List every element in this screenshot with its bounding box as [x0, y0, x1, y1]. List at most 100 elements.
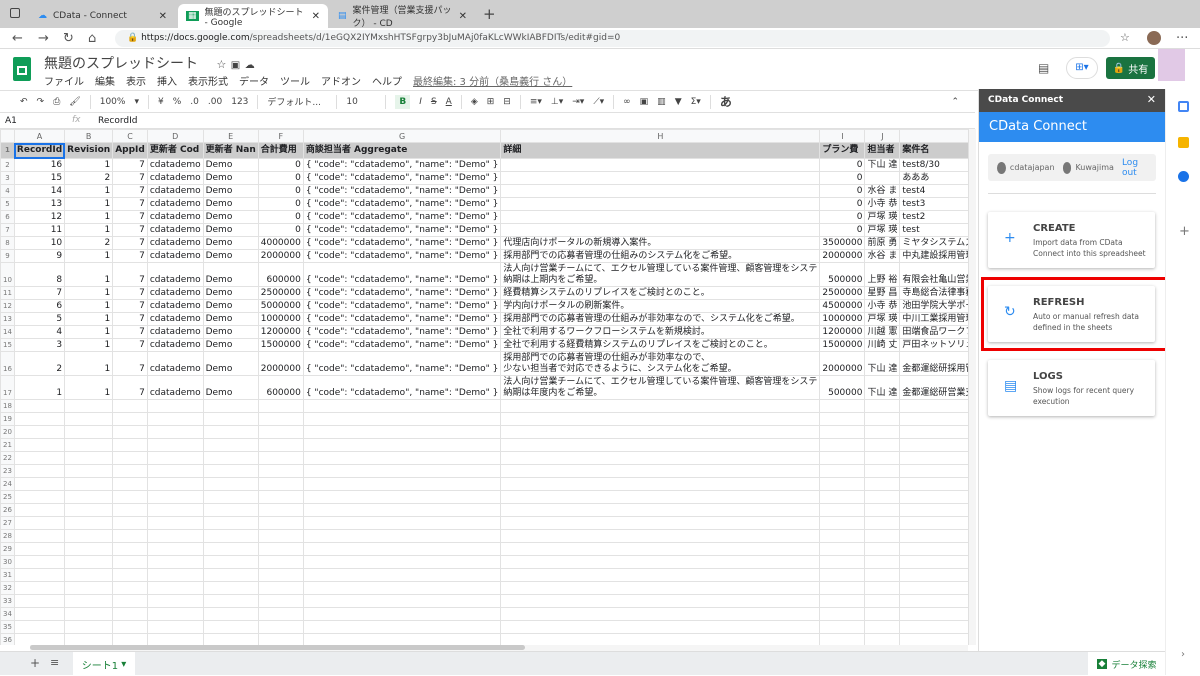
cell[interactable] — [302, 399, 502, 413]
cell[interactable]: 下山 達 — [864, 158, 901, 172]
row-number[interactable]: 30 — [0, 555, 15, 569]
cell[interactable] — [819, 438, 866, 452]
cell[interactable] — [202, 581, 259, 595]
favorites-icon[interactable]: ☆ — [1120, 31, 1130, 44]
cell[interactable] — [146, 477, 204, 491]
menu-data[interactable]: データ — [239, 73, 269, 88]
column-header-F[interactable]: F — [257, 129, 304, 143]
cell[interactable] — [13, 542, 66, 556]
cell[interactable] — [899, 451, 968, 465]
cell[interactable]: cdatademo — [146, 338, 204, 352]
cell[interactable]: 有限会社亀山営業支援ツール案件 — [899, 262, 968, 287]
cell[interactable]: 戸塚 瑛 — [864, 312, 901, 326]
cell[interactable] — [112, 399, 148, 413]
cell[interactable]: 2 — [13, 351, 66, 376]
select-all-corner[interactable] — [0, 129, 15, 143]
cell[interactable]: Demo — [202, 184, 259, 198]
text-color-button[interactable]: A — [446, 97, 452, 107]
menu-file[interactable]: ファイル — [44, 73, 84, 88]
row-number[interactable]: 11 — [0, 286, 15, 300]
italic-button[interactable]: I — [419, 97, 422, 107]
row-number[interactable]: 8 — [0, 236, 15, 250]
cell[interactable]: cdatademo — [146, 223, 204, 237]
row-number[interactable]: 6 — [0, 210, 15, 224]
cell[interactable] — [899, 425, 968, 439]
cell[interactable]: 1 — [64, 262, 114, 287]
row-number[interactable]: 14 — [0, 325, 15, 339]
row-number[interactable]: 18 — [0, 399, 15, 413]
cell[interactable] — [146, 425, 204, 439]
cell[interactable] — [819, 490, 866, 504]
cell[interactable]: 1 — [64, 338, 114, 352]
cell[interactable]: 2 — [64, 171, 114, 185]
cell[interactable]: cdatademo — [146, 197, 204, 211]
cell[interactable]: test3 — [899, 197, 968, 211]
cell[interactable] — [500, 425, 821, 439]
cell[interactable]: 法人向け営業チームにて、エクセル管理している案件管理、顧客管理をシステ 納期は上… — [500, 262, 821, 287]
cell[interactable] — [13, 620, 66, 634]
cell[interactable] — [13, 399, 66, 413]
cell[interactable] — [257, 477, 304, 491]
cell[interactable]: 0 — [819, 210, 866, 224]
cell[interactable]: { "code": "cdatademo", "name": "Demo" } — [302, 249, 502, 263]
cell[interactable] — [146, 399, 204, 413]
cell[interactable] — [257, 594, 304, 608]
cell[interactable]: cdatademo — [146, 184, 204, 198]
cell[interactable] — [146, 438, 204, 452]
cell[interactable] — [864, 568, 901, 582]
cell[interactable] — [500, 451, 821, 465]
menu-format[interactable]: 表示形式 — [188, 73, 228, 88]
cell[interactable] — [899, 581, 968, 595]
cell[interactable]: 10 — [13, 236, 66, 250]
cell[interactable] — [257, 399, 304, 413]
cell[interactable]: { "code": "cdatademo", "name": "Demo" } — [302, 375, 502, 400]
cell[interactable] — [202, 503, 259, 517]
cell[interactable] — [64, 555, 114, 569]
cell[interactable]: 600000 — [257, 262, 304, 287]
row-number[interactable]: 25 — [0, 490, 15, 504]
row-number[interactable]: 10 — [0, 262, 15, 287]
cell[interactable] — [112, 529, 148, 543]
cell[interactable] — [302, 425, 502, 439]
cell[interactable] — [500, 477, 821, 491]
cell[interactable] — [146, 620, 204, 634]
cell[interactable]: cdatademo — [146, 375, 204, 400]
cell[interactable]: 0 — [819, 184, 866, 198]
row-number[interactable]: 15 — [0, 338, 15, 352]
cell[interactable]: Demo — [202, 262, 259, 287]
cell[interactable]: 1 — [64, 210, 114, 224]
account-avatar[interactable] — [1158, 49, 1185, 81]
logs-card[interactable]: ▤ LOGS Show logs for recent query executio… — [988, 360, 1155, 416]
cell[interactable]: { "code": "cdatademo", "name": "Demo" } — [302, 223, 502, 237]
cell[interactable] — [302, 555, 502, 569]
cell[interactable]: cdatademo — [146, 286, 204, 300]
row-number[interactable]: 23 — [0, 464, 15, 478]
cell[interactable]: 2500000 — [257, 286, 304, 300]
cell[interactable] — [864, 516, 901, 530]
cell[interactable] — [864, 503, 901, 517]
column-header-H[interactable]: H — [500, 129, 821, 143]
cell[interactable] — [112, 503, 148, 517]
cell[interactable]: 4 — [13, 325, 66, 339]
row-number[interactable]: 12 — [0, 299, 15, 313]
cell[interactable] — [899, 607, 968, 621]
cell[interactable] — [257, 516, 304, 530]
cell[interactable] — [202, 451, 259, 465]
cell[interactable]: 2000000 — [257, 249, 304, 263]
cell[interactable] — [500, 184, 821, 198]
cell[interactable] — [13, 477, 66, 491]
cell[interactable] — [819, 594, 866, 608]
cell[interactable] — [146, 464, 204, 478]
cell[interactable] — [13, 425, 66, 439]
cell[interactable]: test4 — [899, 184, 968, 198]
cell[interactable]: 下山 達 — [864, 351, 901, 376]
cell[interactable]: 12 — [13, 210, 66, 224]
cell[interactable]: 1 — [64, 184, 114, 198]
cell[interactable] — [899, 477, 968, 491]
url-input[interactable]: 🔒 https://docs.google.com/spreadsheets/d… — [115, 30, 1110, 47]
cell[interactable]: 1 — [64, 325, 114, 339]
cell[interactable] — [146, 555, 204, 569]
row-number[interactable]: 19 — [0, 412, 15, 426]
cell[interactable]: 7 — [112, 249, 148, 263]
menu-edit[interactable]: 編集 — [95, 73, 115, 88]
